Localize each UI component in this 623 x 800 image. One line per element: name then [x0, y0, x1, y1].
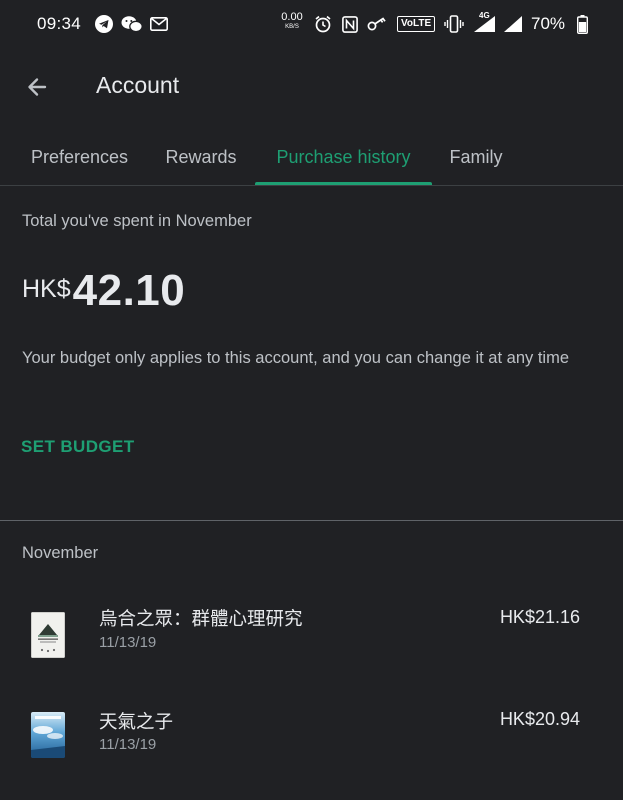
purchase-item[interactable]: 烏合之眾：群體心理研究 11/13/19 HK$21.16 [0, 590, 623, 674]
key-icon [366, 15, 388, 33]
tab-bar: Preferences Rewards Purchase history Fam… [0, 128, 623, 186]
tab-family[interactable]: Family [436, 128, 516, 186]
status-time: 09:34 [37, 14, 82, 33]
wechat-icon [121, 15, 143, 33]
vibrate-icon [444, 15, 464, 33]
book-cover-thumbnail [31, 712, 65, 758]
arrow-back-icon [28, 78, 47, 96]
total-spent-amount: HK$ 42.10 [22, 266, 185, 316]
purchase-title: 烏合之眾：群體心理研究 [99, 608, 303, 629]
page-title: Account [96, 72, 180, 98]
purchase-title: 天氣之子 [99, 711, 174, 732]
gmail-icon [150, 15, 168, 33]
volte-badge: VoLTE [397, 16, 436, 32]
net-speed-unit: KB/S [285, 24, 299, 30]
tabs-divider [0, 185, 623, 186]
signal-4g-icon: 4G [472, 11, 498, 33]
spent-label: Total you've spent in November [22, 212, 252, 230]
back-button[interactable] [20, 70, 54, 104]
battery-percentage: 70% [531, 14, 566, 33]
signal-tag: 4G [479, 11, 490, 20]
purchase-price: HK$21.16 [499, 607, 580, 627]
signal-icon [502, 15, 524, 33]
section-divider [0, 520, 623, 521]
tab-purchase-history[interactable]: Purchase history [255, 128, 432, 186]
month-label: November [22, 544, 99, 562]
currency-symbol: HK$ [22, 275, 71, 303]
battery-icon [576, 14, 588, 34]
budget-note: Your budget only applies to this account… [22, 349, 570, 367]
alarm-icon [313, 15, 333, 33]
purchase-date: 11/13/19 [99, 736, 157, 753]
net-speed: 0.00 KB/S [278, 11, 306, 31]
status-bar: 09:34 0.00 KB/S VoLTE 4G 70% [0, 0, 623, 50]
amount-value: 42.10 [72, 266, 186, 315]
telegram-icon [94, 15, 114, 33]
tab-rewards[interactable]: Rewards [152, 128, 250, 186]
purchase-item[interactable]: 天氣之子 11/13/19 HK$20.94 [0, 692, 623, 776]
net-speed-value: 0.00 [281, 11, 303, 23]
purchase-date: 11/13/19 [99, 634, 157, 651]
purchase-price: HK$20.94 [499, 709, 580, 729]
tab-preferences[interactable]: Preferences [14, 128, 145, 186]
set-budget-button[interactable]: SET BUDGET [21, 437, 135, 457]
nfc-icon [341, 15, 359, 33]
book-cover-thumbnail [31, 612, 65, 658]
